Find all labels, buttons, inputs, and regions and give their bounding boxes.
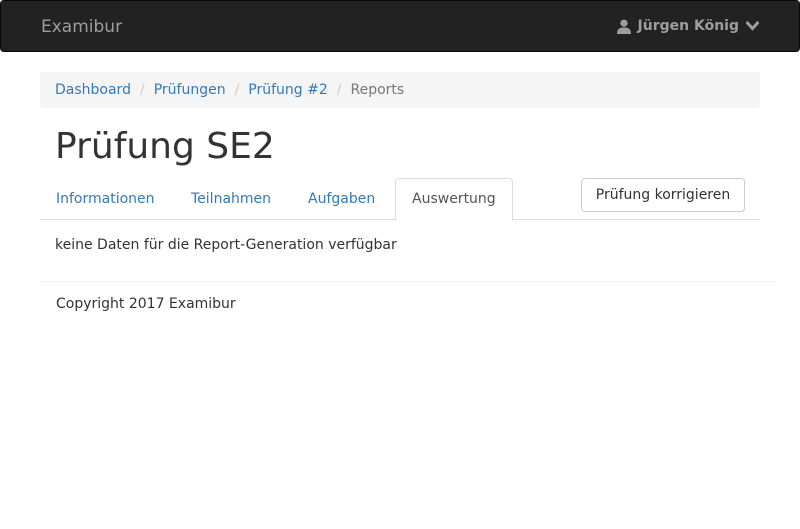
breadcrumb-separator: / bbox=[336, 82, 342, 98]
chevron-down-icon bbox=[746, 21, 759, 31]
empty-state-message: keine Daten für die Report-Generation ve… bbox=[55, 237, 397, 253]
top-navbar: Examibur Jürgen König bbox=[0, 0, 800, 52]
user-icon bbox=[616, 19, 631, 34]
user-name: Jürgen König bbox=[637, 18, 739, 34]
tab-teilnahmen[interactable]: Teilnahmen bbox=[175, 178, 287, 220]
breadcrumb-separator: / bbox=[139, 82, 145, 98]
correct-exam-button[interactable]: Prüfung korrigieren bbox=[581, 178, 745, 212]
user-menu[interactable]: Jürgen König bbox=[616, 17, 759, 35]
tab-aufgaben[interactable]: Aufgaben bbox=[292, 178, 391, 220]
breadcrumb-dashboard[interactable]: Dashboard bbox=[55, 82, 131, 98]
breadcrumb-pruefung-2[interactable]: Prüfung #2 bbox=[248, 82, 327, 98]
breadcrumb-pruefungen[interactable]: Prüfungen bbox=[154, 82, 226, 98]
tab-informationen[interactable]: Informationen bbox=[40, 178, 171, 220]
brand-link[interactable]: Examibur bbox=[41, 17, 122, 37]
breadcrumb-separator: / bbox=[234, 82, 240, 98]
breadcrumb: Dashboard / Prüfungen / Prüfung #2 / Rep… bbox=[40, 72, 760, 108]
tab-auswertung[interactable]: Auswertung bbox=[395, 178, 513, 221]
footer-divider bbox=[40, 281, 776, 282]
page-title: Prüfung SE2 bbox=[55, 126, 275, 167]
breadcrumb-reports: Reports bbox=[350, 82, 405, 98]
footer-copyright: Copyright 2017 Examibur bbox=[56, 296, 236, 312]
